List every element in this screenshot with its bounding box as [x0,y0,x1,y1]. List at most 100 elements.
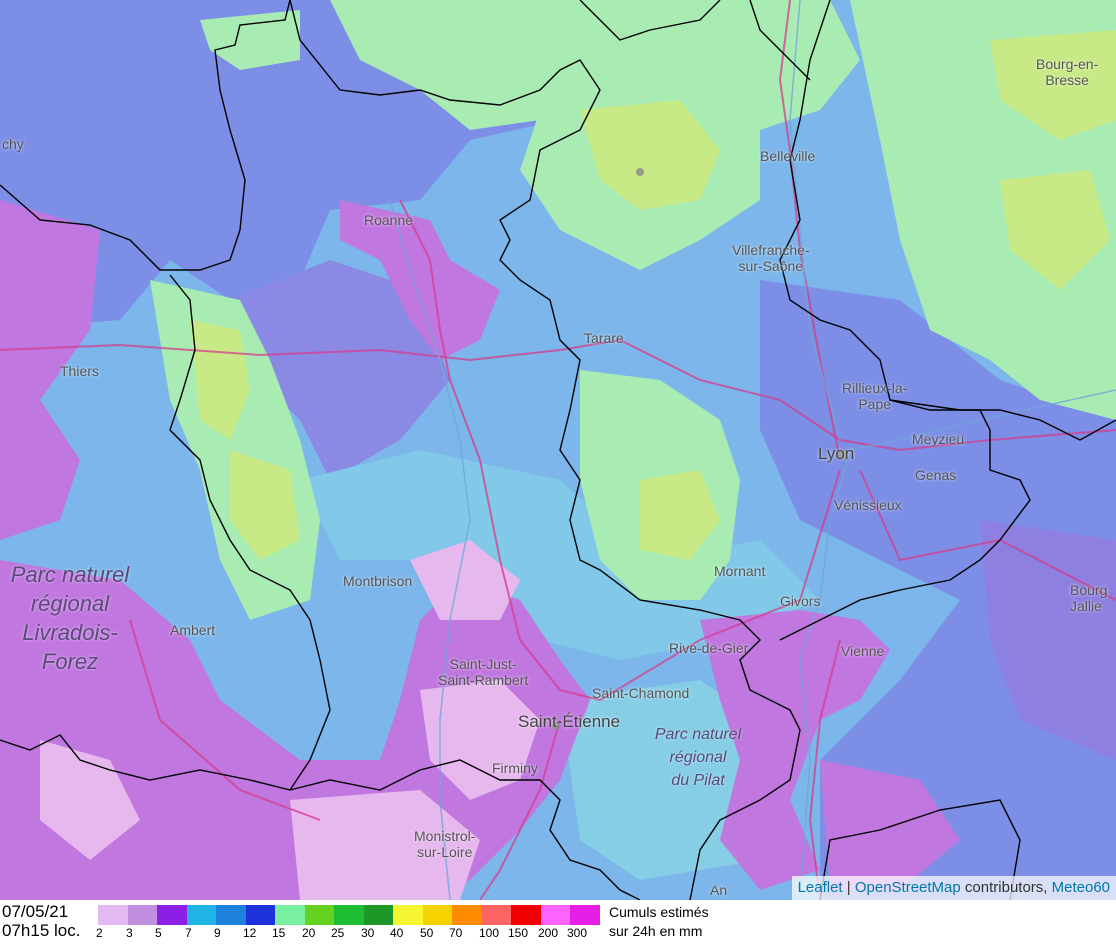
legend-value-25: 25 [331,926,345,940]
openstreetmap-link[interactable]: OpenStreetMap [855,879,961,896]
place-line: Bourg-en- [1036,56,1099,72]
place-line: Saint-Chamond [592,685,690,701]
legend-value-150: 150 [508,926,529,940]
legend-value-20: 20 [302,926,316,940]
place-line: Meyzieu [912,431,965,447]
legend-swatch-70 [452,905,482,925]
legend-value-50: 50 [420,926,434,940]
place-thiers[interactable]: Thiers [60,363,99,379]
place-line: Vienne [841,643,885,659]
park-livradois-forez[interactable]: Parc naturel régional Livradois- Forez [0,560,140,676]
legend-time: 07h15 loc. [2,921,81,940]
place-line: Roanne [364,212,414,228]
place-roanne[interactable]: Roanne [364,212,413,228]
legend-bar: 07/05/21 07h15 loc. Cumuls estimés sur 2… [0,900,1116,944]
place-line: Lyon [818,444,855,463]
legend-value-15: 15 [272,926,286,940]
place-line: Pape [858,396,892,412]
place-rillieux[interactable]: Rillieux-la- Pape [842,380,907,412]
place-line: Saint-Just- [449,656,517,672]
place-line: Belleville [760,148,816,164]
park-line: du Pilat [671,772,725,789]
legend-title: Cumuls estimés [609,904,709,920]
legend-swatch-150 [511,905,541,925]
meteo60-link[interactable]: Meteo60 [1052,879,1110,896]
place-line: chy [2,136,24,152]
legend-value-7: 7 [185,926,192,940]
place-line: Jallie [1070,598,1102,614]
place-line: Ambert [170,622,216,638]
place-line: An [710,882,728,898]
legend-swatch-300 [570,905,600,925]
place-line: Vénissieux [834,497,902,513]
park-line: Parc naturel [10,562,130,587]
legend-swatch-20 [305,905,335,925]
place-line: Thiers [60,363,99,379]
place-line: Givors [780,593,821,609]
legend-swatch-200 [541,905,571,925]
place-rive-de-gier[interactable]: Rive-de-Gier [669,640,748,656]
place-meyzieu[interactable]: Meyzieu [912,431,964,447]
place-vienne[interactable]: Vienne [841,643,884,659]
place-venissieux[interactable]: Vénissieux [834,497,902,513]
place-line: Rillieux-la- [842,380,908,396]
legend-value-5: 5 [155,926,162,940]
park-line: régional [30,591,110,616]
legend-swatch-12 [246,905,276,925]
map-attribution: Leaflet | OpenStreetMap contributors, Me… [791,876,1116,900]
legend-swatch-5 [157,905,187,925]
place-line: Genas [915,467,957,483]
place-montbrison[interactable]: Montbrison [343,573,412,589]
place-bourg-jallieu[interactable]: Bourg Jallie [1070,582,1107,614]
leaflet-link[interactable]: Leaflet [798,879,843,896]
place-genas[interactable]: Genas [915,467,956,483]
place-chy[interactable]: chy [2,136,24,152]
place-belleville[interactable]: Belleville [760,148,815,164]
legend-value-2: 2 [96,926,103,940]
legend-swatch-40 [393,905,423,925]
place-tarare[interactable]: Tarare [584,330,624,346]
place-ambert[interactable]: Ambert [170,622,215,638]
place-line: Monistrol- [414,828,476,844]
place-line: Bresse [1045,72,1089,88]
place-saint-just-saint-rambert[interactable]: Saint-Just- Saint-Rambert [438,656,528,688]
map-layer[interactable] [0,0,1116,900]
legend-value-3: 3 [126,926,133,940]
park-pilat[interactable]: Parc naturel régional du Pilat [640,723,756,792]
legend-swatch-3 [128,905,158,925]
place-mornant[interactable]: Mornant [714,563,765,579]
legend-swatch-2 [98,905,128,925]
legend-subtitle: sur 24h en mm [609,923,703,939]
place-line: Firminy [492,760,538,776]
place-line: Tarare [584,330,624,346]
place-bourg-en-bresse[interactable]: Bourg-en- Bresse [1036,56,1098,88]
place-villefranche[interactable]: Villefranche- sur-Saône [732,242,810,274]
city-dot [636,168,644,176]
place-line: Rive-de-Gier [669,640,749,656]
park-line: Forez [41,649,99,674]
place-lyon[interactable]: Lyon [818,444,855,463]
place-monistrol[interactable]: Monistrol- sur-Loire [414,828,475,860]
place-line: Saint-Rambert [438,672,529,688]
legend-swatch-15 [275,905,305,925]
legend-swatch-7 [187,905,217,925]
place-line: Saint-Étienne [518,712,621,731]
legend-value-9: 9 [214,926,221,940]
place-an[interactable]: An [710,882,727,898]
place-givors[interactable]: Givors [780,593,820,609]
place-line: Mornant [714,563,766,579]
legend-value-12: 12 [243,926,257,940]
place-saint-chamond[interactable]: Saint-Chamond [592,685,689,701]
park-line: Parc naturel [654,726,742,743]
legend-swatch-50 [423,905,453,925]
place-saint-etienne[interactable]: Saint-Étienne [518,712,621,731]
legend-value-70: 70 [449,926,463,940]
precipitation-map[interactable]: Bourg-en- Bresse Belleville Roanne Ville… [0,0,1116,944]
attribution-separator: | [842,879,855,896]
attribution-contributors: contributors, [960,879,1052,896]
legend-swatch-100 [482,905,512,925]
place-firminy[interactable]: Firminy [492,760,538,776]
legend-date: 07/05/21 [2,902,69,921]
place-line: Villefranche- [732,242,810,258]
legend-value-300: 300 [567,926,588,940]
